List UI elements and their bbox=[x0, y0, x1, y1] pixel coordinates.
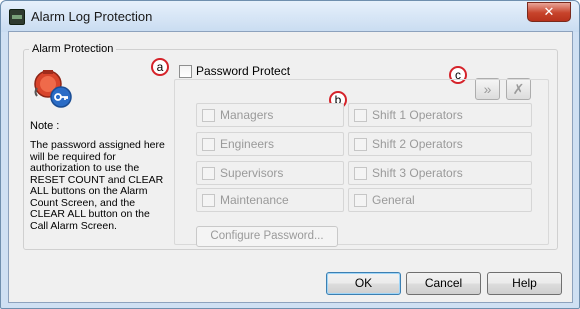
role-managers[interactable]: Managers bbox=[196, 103, 344, 127]
callout-a: a bbox=[151, 58, 169, 76]
role-checkbox[interactable] bbox=[202, 167, 215, 181]
app-icon bbox=[9, 9, 25, 25]
password-protect-label: Password Protect bbox=[196, 64, 291, 78]
role-maintenance[interactable]: Maintenance bbox=[196, 188, 344, 212]
title-bar[interactable]: Alarm Log Protection ✕ bbox=[1, 1, 579, 32]
role-supervisors[interactable]: Supervisors bbox=[196, 161, 344, 185]
configure-password-button[interactable]: Configure Password... bbox=[196, 226, 338, 247]
role-label: Shift 2 Operators bbox=[372, 137, 463, 151]
role-checkbox[interactable] bbox=[354, 109, 367, 123]
role-label: Shift 3 Operators bbox=[372, 166, 463, 180]
role-shift-3-operators[interactable]: Shift 3 Operators bbox=[348, 161, 532, 185]
dialog-client-area: Alarm Protection Note : The password ass… bbox=[8, 31, 573, 303]
group-label: Alarm Protection bbox=[29, 43, 117, 55]
role-engineers[interactable]: Engineers bbox=[196, 132, 344, 156]
role-label: Supervisors bbox=[220, 166, 284, 180]
role-checkbox[interactable] bbox=[354, 138, 367, 152]
role-label: Engineers bbox=[220, 137, 275, 151]
role-shift-1-operators[interactable]: Shift 1 Operators bbox=[348, 103, 532, 127]
ok-button[interactable]: OK bbox=[326, 272, 401, 295]
role-label: Maintenance bbox=[220, 193, 289, 207]
help-button[interactable]: Help bbox=[487, 272, 562, 295]
role-checkbox[interactable] bbox=[202, 194, 215, 208]
password-protect-check[interactable] bbox=[179, 65, 192, 79]
password-protect-checkbox[interactable]: Password Protect bbox=[179, 64, 291, 79]
close-button[interactable]: ✕ bbox=[527, 2, 571, 22]
alarm-key-icon bbox=[34, 70, 72, 108]
role-checkbox[interactable] bbox=[354, 167, 367, 181]
role-checkbox[interactable] bbox=[202, 138, 215, 152]
role-label: Shift 1 Operators bbox=[372, 108, 463, 122]
role-general[interactable]: General bbox=[348, 188, 532, 212]
role-label: General bbox=[372, 193, 415, 207]
cancel-button[interactable]: Cancel bbox=[406, 272, 481, 295]
note-label: Note : bbox=[30, 120, 60, 132]
role-label: Managers bbox=[220, 108, 274, 122]
role-checkbox[interactable] bbox=[354, 194, 367, 208]
window-title: Alarm Log Protection bbox=[31, 9, 153, 24]
dialog-window: Alarm Log Protection ✕ Alarm Protection … bbox=[0, 0, 580, 309]
role-shift-2-operators[interactable]: Shift 2 Operators bbox=[348, 132, 532, 156]
role-checkbox[interactable] bbox=[202, 109, 215, 123]
note-text: The password assigned here will be requi… bbox=[30, 139, 165, 232]
